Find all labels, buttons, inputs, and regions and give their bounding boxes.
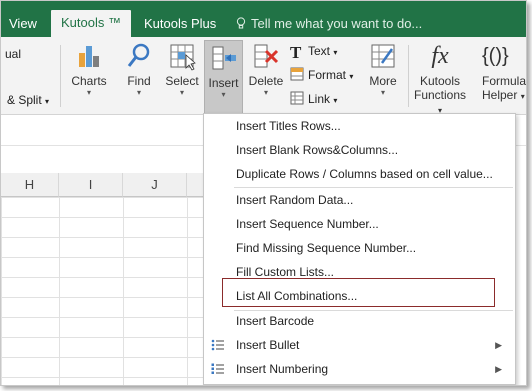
highlight-box bbox=[222, 278, 495, 307]
menu-item-insert-blank-rows-columns[interactable]: Insert Blank Rows&Columns... bbox=[204, 138, 515, 162]
menu-item-insert-numbering[interactable]: Insert Numbering ▶ bbox=[204, 357, 515, 381]
formula-helper-label-1: Formula bbox=[482, 74, 527, 88]
menu-item-label: Find Missing Sequence Number... bbox=[236, 241, 417, 255]
text-label: Text bbox=[308, 44, 331, 58]
charts-label: Charts bbox=[71, 74, 107, 88]
delete-label: Delete bbox=[248, 74, 284, 88]
split-button[interactable]: & Split ▾ bbox=[7, 91, 49, 111]
ribbon-tab-bar: View Kutools ™ Kutools Plus Tell me what… bbox=[1, 1, 526, 37]
link-icon bbox=[290, 91, 304, 105]
menu-item-duplicate-rows-columns[interactable]: Duplicate Rows / Columns based on cell v… bbox=[204, 162, 515, 186]
excel-window: View Kutools ™ Kutools Plus Tell me what… bbox=[0, 0, 527, 386]
insert-rows-icon bbox=[212, 46, 236, 70]
fx-icon: fx bbox=[431, 43, 449, 69]
menu-item-find-missing-sequence-number[interactable]: Find Missing Sequence Number... bbox=[204, 236, 515, 260]
chevron-down-icon: ▾ bbox=[221, 90, 226, 99]
select-label: Select bbox=[165, 74, 199, 88]
link-dropdown[interactable]: Link ▾ bbox=[290, 90, 337, 110]
menu-item-label: Insert Titles Rows... bbox=[236, 119, 341, 133]
insert-label: Insert bbox=[208, 76, 239, 90]
select-grid-icon bbox=[170, 44, 196, 71]
format-label: Format bbox=[308, 68, 347, 82]
chevron-down-icon: ▾ bbox=[179, 88, 184, 97]
submenu-arrow-icon: ▶ bbox=[495, 340, 502, 350]
format-dropdown[interactable]: Format ▾ bbox=[290, 66, 353, 86]
text-dropdown[interactable]: T Text ▾ bbox=[290, 42, 337, 62]
formula-helper-label-text: Helper bbox=[482, 88, 518, 102]
grid-line bbox=[187, 197, 188, 385]
tab-kutools[interactable]: Kutools ™ bbox=[51, 10, 131, 37]
chevron-down-icon: ▾ bbox=[136, 88, 141, 97]
chevron-down-icon: ▾ bbox=[86, 88, 91, 97]
select-button[interactable]: Select ▾ bbox=[163, 41, 201, 98]
chevron-down-icon: ▾ bbox=[263, 88, 268, 97]
tell-me-search[interactable]: Tell me what you want to do... bbox=[236, 11, 422, 37]
delete-icon bbox=[254, 44, 279, 68]
tell-me-text: Tell me what you want to do... bbox=[251, 16, 423, 31]
braces-icon: {()} bbox=[482, 45, 509, 67]
insert-button[interactable]: Insert ▾ bbox=[204, 40, 243, 114]
menu-item-label: Fill Custom Lists... bbox=[236, 265, 335, 279]
format-icon bbox=[290, 67, 304, 81]
find-button[interactable]: Find ▾ bbox=[122, 41, 156, 98]
cell-grid[interactable] bbox=[1, 197, 211, 385]
split-label: & Split bbox=[7, 93, 42, 107]
insert-dropdown-menu: Insert Titles Rows... Insert Blank Rows&… bbox=[203, 113, 516, 385]
ribbon-separator bbox=[408, 45, 409, 107]
menu-item-label: Insert Barcode bbox=[236, 314, 315, 328]
menu-item-insert-sequence-number[interactable]: Insert Sequence Number... bbox=[204, 212, 515, 236]
delete-button[interactable]: Delete ▾ bbox=[247, 41, 285, 98]
ribbon: ual & Split ▾ Charts ▾ Find ▾ Select ▾ I… bbox=[1, 37, 526, 115]
more-button[interactable]: More ▾ bbox=[364, 41, 402, 98]
menu-item-insert-random-data[interactable]: Insert Random Data... bbox=[204, 188, 515, 212]
ribbon-separator bbox=[60, 45, 61, 107]
more-icon bbox=[371, 44, 395, 68]
ribbon-partial-label[interactable]: ual bbox=[5, 45, 21, 63]
menu-item-label: Insert Random Data... bbox=[236, 193, 354, 207]
text-t-icon: T bbox=[290, 43, 302, 62]
lightbulb-icon bbox=[236, 17, 246, 29]
bullet-list-icon bbox=[211, 339, 224, 351]
kutools-functions-label-text: Functions bbox=[413, 88, 467, 102]
link-label: Link bbox=[308, 92, 331, 106]
magnifier-icon bbox=[127, 43, 150, 67]
numbered-list-icon bbox=[211, 363, 224, 374]
column-header-j[interactable]: J bbox=[123, 173, 187, 197]
chart-icon bbox=[79, 46, 99, 67]
menu-item-label: Insert Sequence Number... bbox=[236, 217, 379, 231]
kutools-functions-label-1: Kutools bbox=[419, 74, 461, 88]
find-label: Find bbox=[127, 74, 151, 88]
menu-item-label: Insert Blank Rows&Columns... bbox=[236, 143, 399, 157]
more-label: More bbox=[369, 74, 397, 88]
menu-item-insert-titles-rows[interactable]: Insert Titles Rows... bbox=[204, 114, 515, 138]
grid-line bbox=[123, 197, 124, 385]
grid-line bbox=[59, 197, 60, 385]
charts-button[interactable]: Charts ▾ bbox=[70, 41, 108, 98]
column-header-h[interactable]: H bbox=[1, 173, 59, 197]
menu-item-label: Insert Bullet bbox=[236, 338, 300, 352]
menu-item-insert-barcode[interactable]: Insert Barcode bbox=[204, 309, 515, 333]
menu-item-label: Insert Numbering bbox=[236, 362, 329, 376]
column-header-i[interactable]: I bbox=[59, 173, 123, 197]
chevron-down-icon: ▾ bbox=[380, 88, 385, 97]
menu-item-label: Duplicate Rows / Columns based on cell v… bbox=[236, 167, 493, 181]
kutools-functions-button[interactable]: fx Kutools Functions ▾ bbox=[411, 41, 469, 118]
submenu-arrow-icon: ▶ bbox=[495, 364, 502, 374]
menu-item-insert-bullet[interactable]: Insert Bullet ▶ bbox=[204, 333, 515, 357]
formula-helper-button[interactable]: {()} Formula Helper ▾ bbox=[476, 41, 527, 104]
formula-helper-label-2: Helper ▾ bbox=[482, 88, 525, 102]
tab-view[interactable]: View bbox=[9, 11, 37, 37]
tab-kutools-plus[interactable]: Kutools Plus bbox=[144, 11, 216, 37]
